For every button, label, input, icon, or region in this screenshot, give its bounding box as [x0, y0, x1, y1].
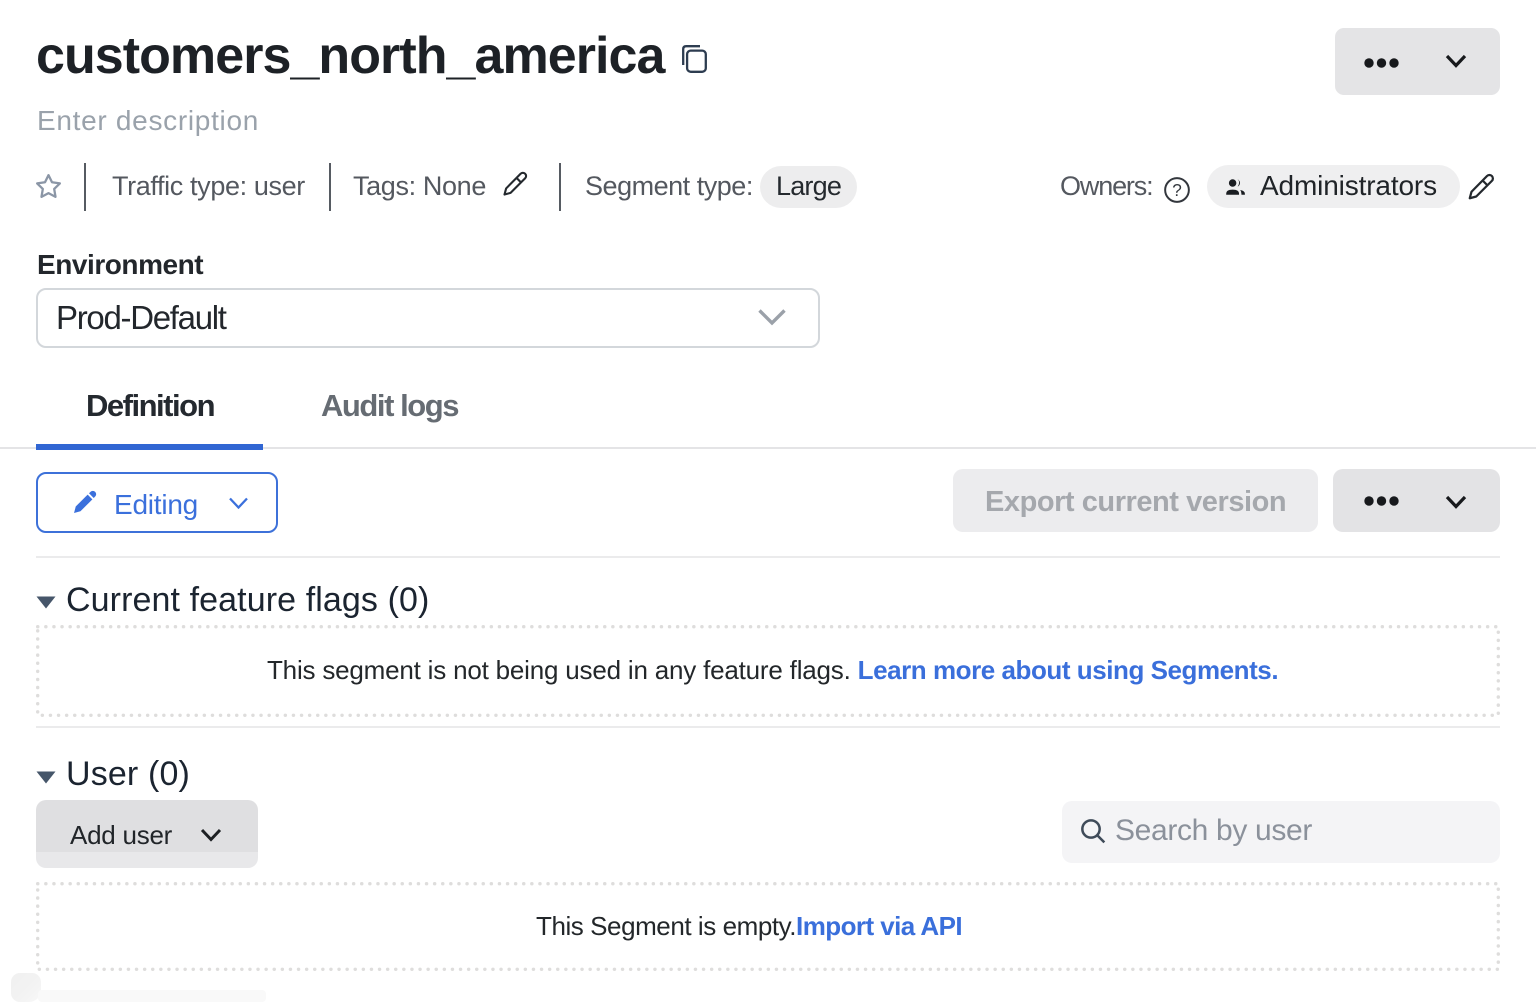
- svg-text:?: ?: [1172, 180, 1182, 200]
